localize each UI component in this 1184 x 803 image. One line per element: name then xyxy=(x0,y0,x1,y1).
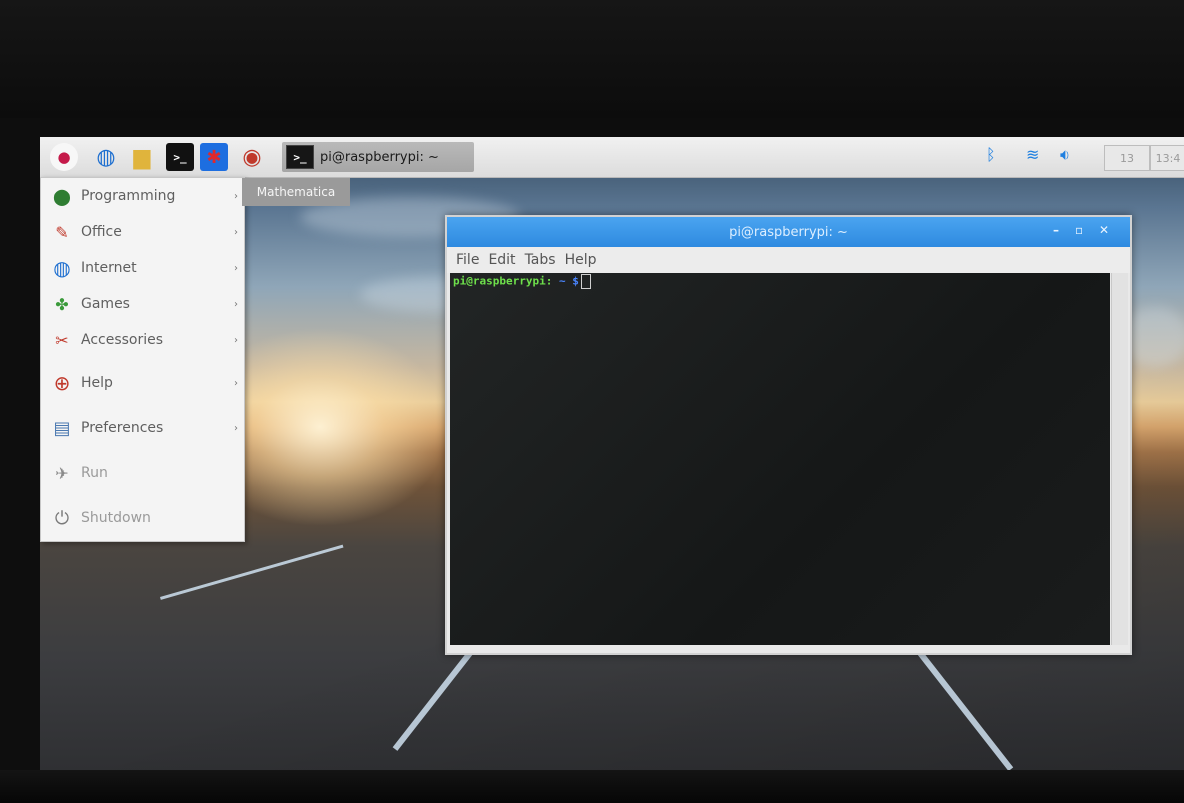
menu-help[interactable]: Help xyxy=(565,252,597,268)
clock-text: 13:4 xyxy=(1155,151,1181,165)
road-line xyxy=(910,641,1014,770)
folder-icon[interactable]: ▆ xyxy=(128,143,156,171)
text-cursor xyxy=(580,274,591,289)
submenu-arrow-icon: › xyxy=(234,190,238,202)
menu-item-office[interactable]: ✎ Office › xyxy=(41,214,244,250)
internet-icon: ◍ xyxy=(53,256,71,280)
menu-item-preferences[interactable]: ▤ Preferences › xyxy=(41,410,244,446)
road-line xyxy=(160,544,344,600)
submenu-arrow-icon: › xyxy=(234,226,238,238)
menu-item-label: Office xyxy=(81,224,122,240)
volume-icon[interactable]: 🔉︎ xyxy=(1060,145,1070,165)
menu-item-label: Programming xyxy=(81,188,176,204)
wolfram-icon[interactable]: ◉ xyxy=(238,143,266,171)
menu-item-label: Preferences xyxy=(81,420,164,436)
tooltip-mathematica: Mathematica xyxy=(242,178,350,206)
monitor-bezel-left xyxy=(0,118,40,778)
menu-tabs[interactable]: Tabs xyxy=(525,252,556,268)
submenu-arrow-icon: › xyxy=(234,334,238,346)
terminal-menubar: File Edit Tabs Help xyxy=(447,247,1130,273)
globe-icon[interactable]: ◍ xyxy=(92,143,120,171)
menu-item-games[interactable]: ✤ Games › xyxy=(41,286,244,322)
accessories-icon: ✂ xyxy=(55,330,69,350)
office-icon: ✎ xyxy=(55,222,69,242)
submenu-arrow-icon: › xyxy=(234,422,238,434)
menu-item-accessories[interactable]: ✂ Accessories › xyxy=(41,322,244,358)
task-button-terminal[interactable]: >_ pi@raspberrypi: ~ xyxy=(282,142,474,172)
menu-item-internet[interactable]: ◍ Internet › xyxy=(41,250,244,286)
desktop-screen: ● ◍ ▆ >_ ✱ ◉ >_ pi@raspberrypi: ~ ᛒ ≋ 🔉︎… xyxy=(40,137,1184,770)
menu-item-label: Run xyxy=(81,465,108,481)
terminal-icon[interactable]: >_ xyxy=(166,143,194,171)
shutdown-icon: ⏻ xyxy=(54,507,70,529)
menu-item-label: Help xyxy=(81,375,113,391)
wifi-icon[interactable]: ≋ xyxy=(1026,145,1039,164)
menu-file[interactable]: File xyxy=(456,252,479,268)
clock[interactable]: 13:4 xyxy=(1150,145,1184,171)
programming-icon: ⬤ xyxy=(53,186,71,206)
terminal-title: pi@raspberrypi: ~ xyxy=(729,224,848,240)
help-icon: ⊕ xyxy=(53,371,71,395)
raspberry-icon[interactable]: ● xyxy=(50,143,78,171)
maximize-icon[interactable]: ▫ xyxy=(1075,223,1083,237)
close-icon[interactable]: ✕ xyxy=(1099,223,1109,237)
menu-item-label: Games xyxy=(81,296,130,312)
prompt-user: pi@raspberrypi: xyxy=(453,274,553,288)
terminal-titlebar[interactable]: pi@raspberrypi: ~ xyxy=(447,217,1130,247)
menu-item-shutdown[interactable]: ⏻ Shutdown xyxy=(41,500,244,536)
games-icon: ✤ xyxy=(55,294,69,314)
task-button-label: pi@raspberrypi: ~ xyxy=(320,149,439,165)
submenu-arrow-icon: › xyxy=(234,298,238,310)
mathematica-icon[interactable]: ✱ xyxy=(200,143,228,171)
menu-item-help[interactable]: ⊕ Help › xyxy=(41,365,244,401)
run-icon: ✈ xyxy=(55,463,69,483)
app-menu: ⬤ Programming › ✎ Office › ◍ Internet › … xyxy=(40,177,245,542)
menu-item-programming[interactable]: ⬤ Programming › xyxy=(41,178,244,214)
terminal-prompt: pi@raspberrypi: ~ $ xyxy=(453,274,591,289)
terminal-window: pi@raspberrypi: ~ – ▫ ✕ File Edit Tabs H… xyxy=(445,215,1132,655)
cpu-monitor[interactable]: 13 xyxy=(1104,145,1150,171)
terminal-body[interactable]: pi@raspberrypi: ~ $ xyxy=(450,273,1110,645)
minimize-icon[interactable]: – xyxy=(1053,223,1059,237)
bluetooth-icon[interactable]: ᛒ xyxy=(986,145,996,164)
preferences-icon: ▤ xyxy=(53,417,71,439)
monitor-bezel-bottom xyxy=(0,770,1184,803)
cpu-value: 13 xyxy=(1120,151,1134,165)
submenu-arrow-icon: › xyxy=(234,377,238,389)
submenu-arrow-icon: › xyxy=(234,262,238,274)
menu-edit[interactable]: Edit xyxy=(488,252,515,268)
menu-item-run[interactable]: ✈ Run xyxy=(41,455,244,491)
prompt-path: ~ $ xyxy=(552,274,579,288)
menu-item-label: Internet xyxy=(81,260,137,276)
menu-item-label: Accessories xyxy=(81,332,164,348)
menu-item-label: Shutdown xyxy=(81,510,151,526)
terminal-icon: >_ xyxy=(286,145,314,169)
terminal-scrollbar[interactable] xyxy=(1111,273,1128,645)
monitor-bezel-top xyxy=(0,0,1184,118)
taskbar: ● ◍ ▆ >_ ✱ ◉ >_ pi@raspberrypi: ~ ᛒ ≋ 🔉︎… xyxy=(40,137,1184,178)
